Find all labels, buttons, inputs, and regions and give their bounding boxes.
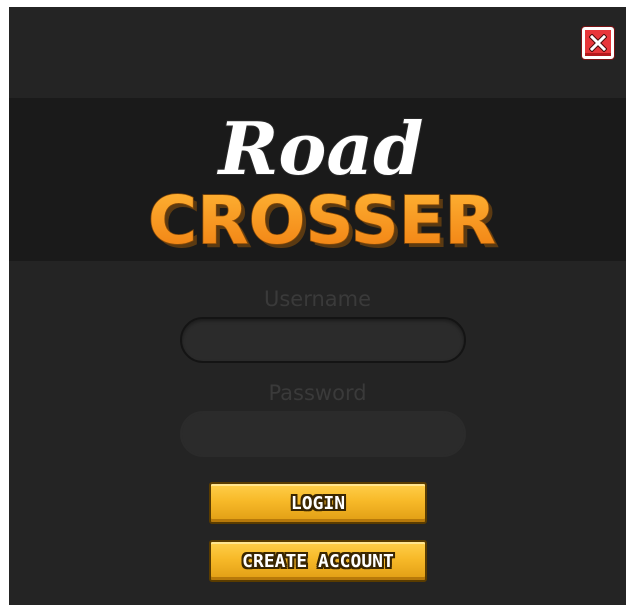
logo-word-road: Road bbox=[217, 106, 424, 191]
logo-word-crosser: CROSSER bbox=[148, 182, 496, 259]
close-x-icon bbox=[589, 34, 607, 52]
login-button[interactable]: LOGIN bbox=[209, 482, 427, 524]
login-dialog: Road CROSSER CROSSER Username Password L… bbox=[9, 7, 626, 605]
password-input[interactable] bbox=[180, 411, 466, 457]
road-crosser-logo: Road CROSSER CROSSER bbox=[147, 105, 500, 261]
password-label: Password bbox=[268, 381, 367, 405]
username-input[interactable] bbox=[180, 317, 466, 363]
close-button[interactable] bbox=[582, 27, 614, 59]
logo-banner: Road CROSSER CROSSER bbox=[9, 98, 626, 261]
username-label: Username bbox=[263, 287, 372, 311]
create-account-button[interactable]: CREATE ACCOUNT bbox=[209, 540, 427, 582]
